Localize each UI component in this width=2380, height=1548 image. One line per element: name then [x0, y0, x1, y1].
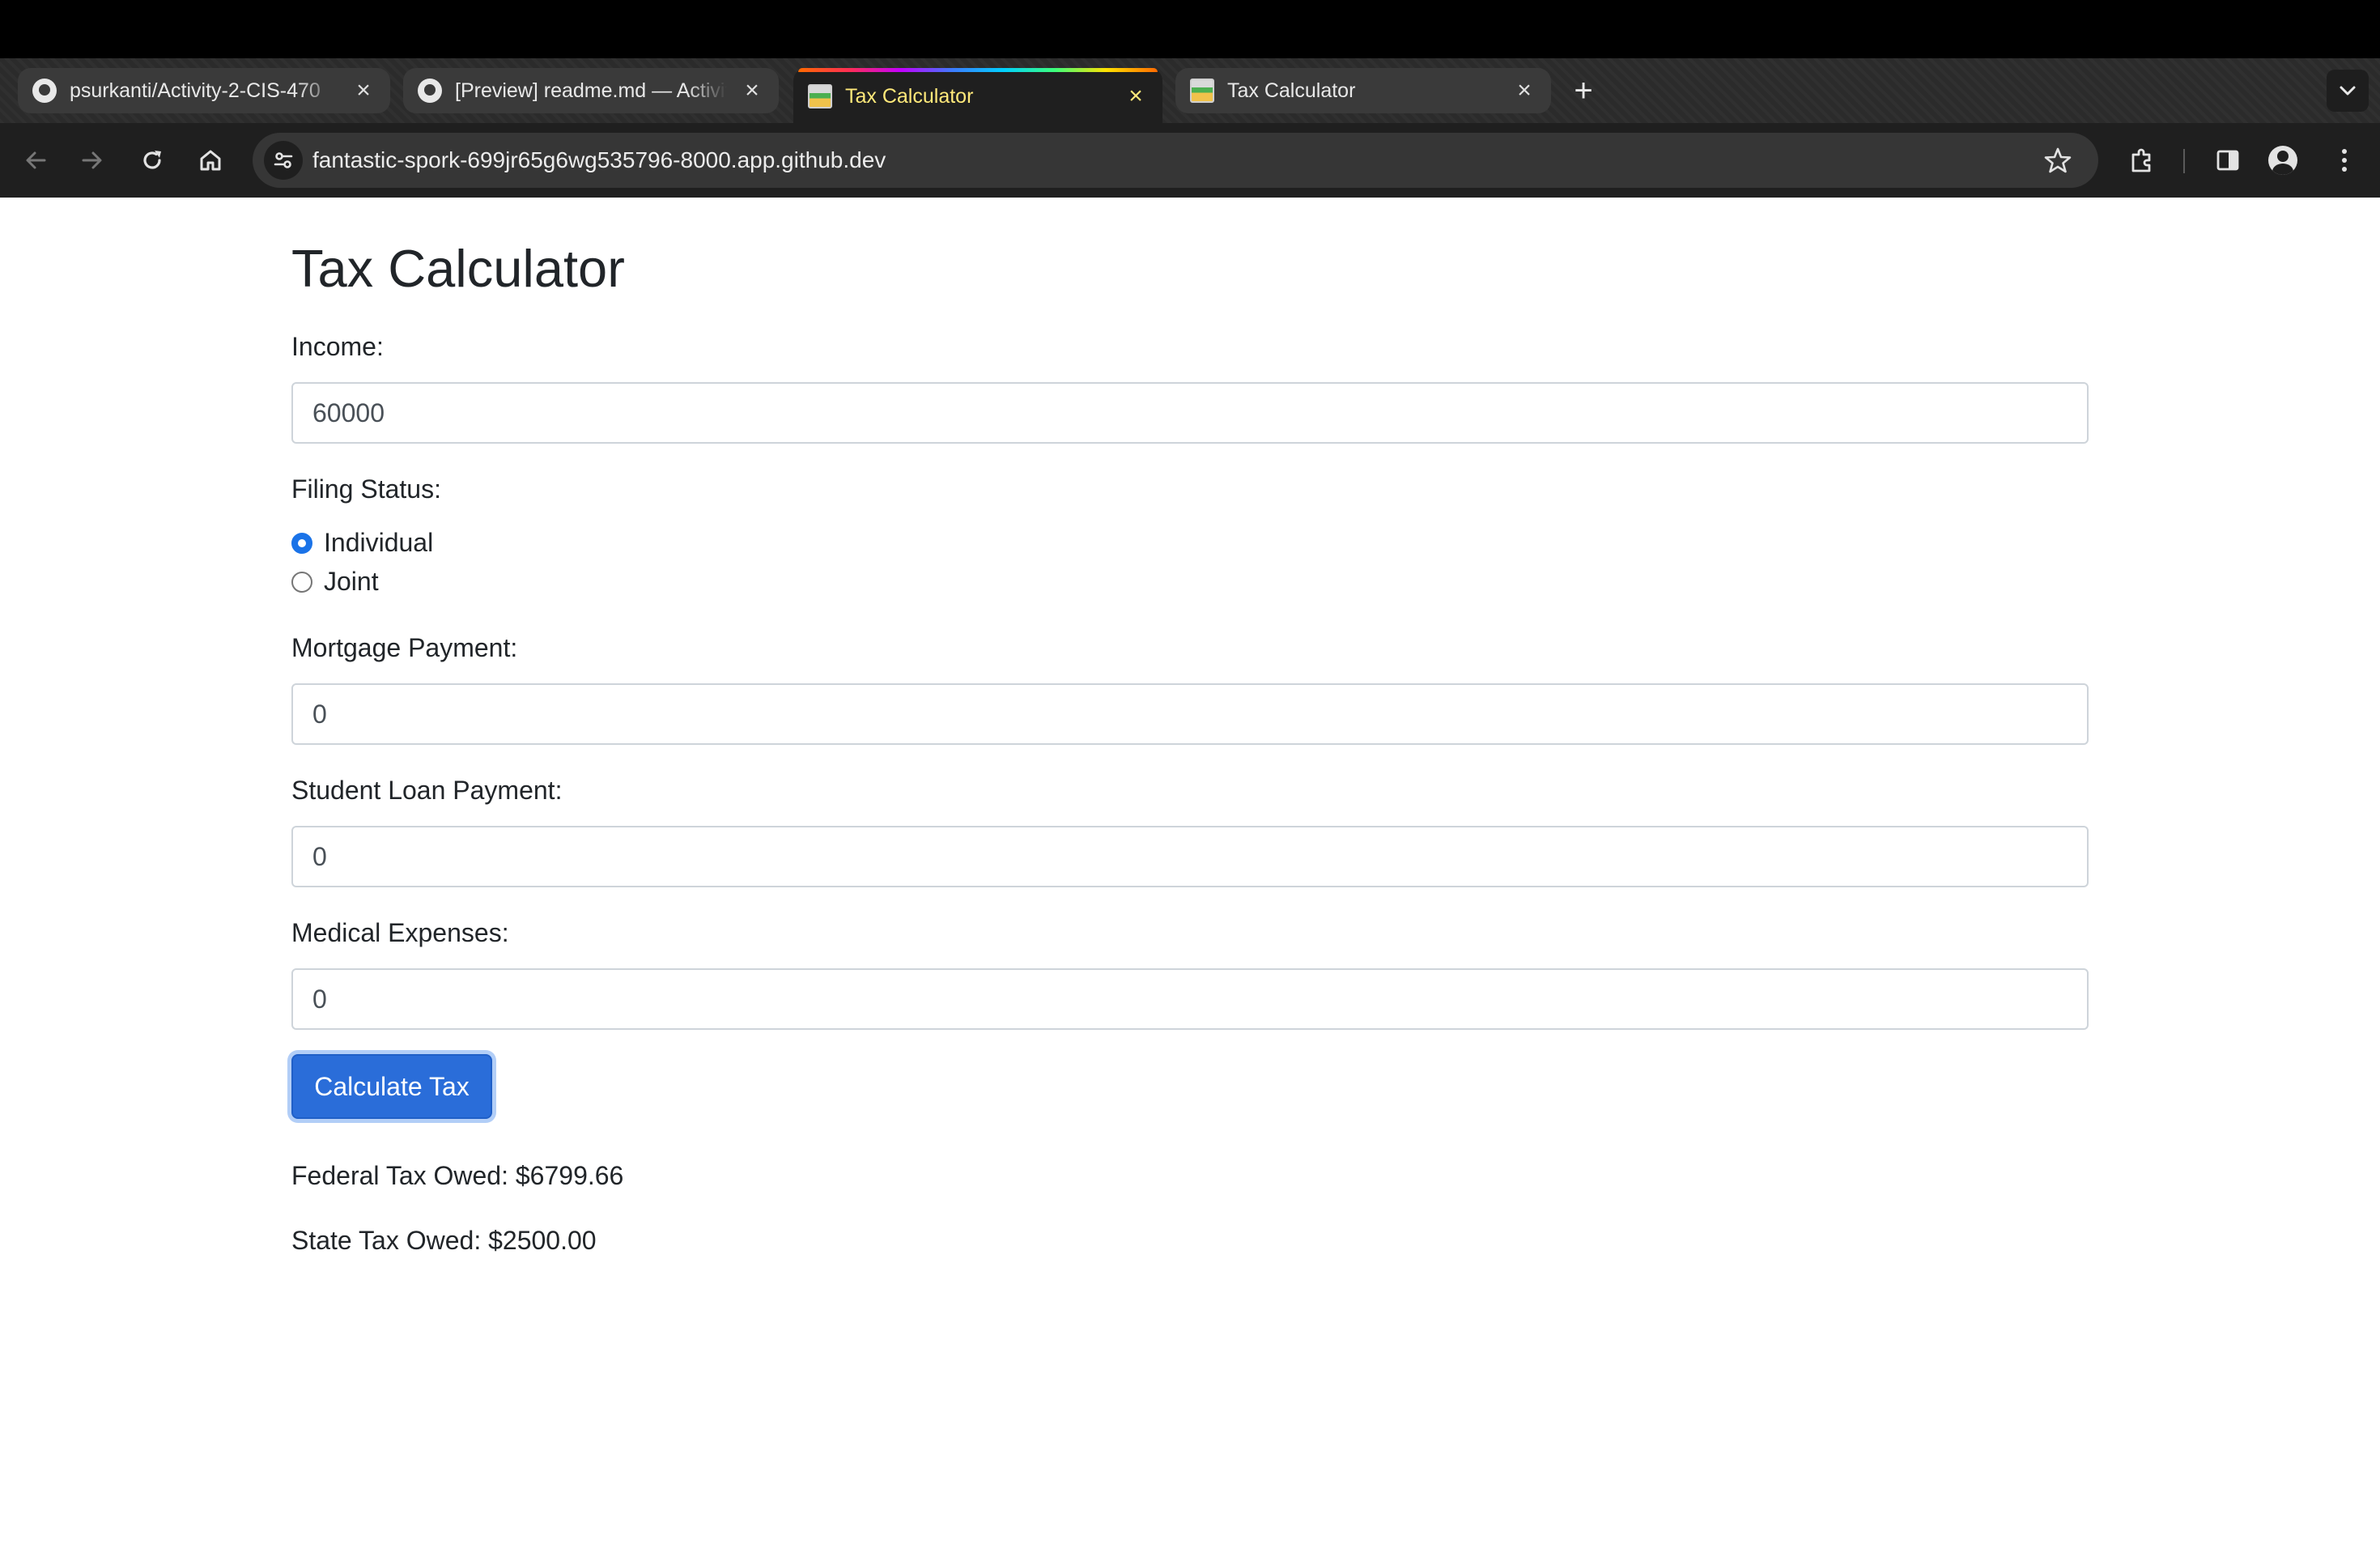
- back-button[interactable]: [18, 142, 53, 178]
- github-icon: [32, 79, 57, 103]
- chevron-down-icon: [2340, 86, 2356, 96]
- calculate-tax-button[interactable]: Calculate Tax: [291, 1054, 492, 1119]
- browser-menu-button[interactable]: [2327, 142, 2362, 178]
- income-input[interactable]: [291, 382, 2089, 444]
- profile-icon[interactable]: [2268, 146, 2297, 175]
- tab-title: [Preview] readme.md — Activity-2-CIS-470: [455, 79, 727, 102]
- page-title: Tax Calculator: [291, 239, 625, 298]
- back-icon: [26, 151, 46, 169]
- side-panel-icon: [2216, 150, 2239, 171]
- home-button[interactable]: [193, 142, 228, 178]
- tab-tax-calculator-active[interactable]: Tax Calculator ×: [793, 68, 1162, 125]
- radio-label: Individual: [324, 528, 434, 557]
- window-top-strip: [0, 0, 2380, 58]
- filing-status-option-individual[interactable]: Individual: [291, 528, 433, 558]
- browser-toolbar: fantastic-spork-699jr65g6wg535796-8000.a…: [0, 123, 2380, 198]
- reload-icon: [143, 151, 161, 169]
- address-bar[interactable]: fantastic-spork-699jr65g6wg535796-8000.a…: [253, 133, 2098, 188]
- bookmark-button[interactable]: [2040, 142, 2076, 178]
- mortgage-label: Mortgage Payment:: [291, 633, 518, 662]
- close-tab-icon[interactable]: ×: [1512, 77, 1536, 104]
- federal-tax-result: Federal Tax Owed: $6799.66: [291, 1161, 624, 1190]
- mortgage-input[interactable]: [291, 683, 2089, 745]
- radio-joint[interactable]: [291, 571, 312, 593]
- toolbar-divider: [2183, 149, 2185, 173]
- site-info-icon: [274, 152, 293, 168]
- tab-group-indicator: [798, 68, 1158, 72]
- state-tax-result: State Tax Owed: $2500.00: [291, 1226, 597, 1255]
- tab-title: Tax Calculator: [845, 84, 974, 108]
- student-loan-label: Student Loan Payment:: [291, 776, 563, 805]
- close-tab-icon[interactable]: ×: [1124, 83, 1148, 109]
- medical-expenses-label: Medical Expenses:: [291, 918, 509, 947]
- filing-status-label: Filing Status:: [291, 474, 441, 504]
- tab-readme-preview[interactable]: [Preview] readme.md — Activity-2-CIS-470…: [403, 68, 779, 113]
- tab-title: psurkanti/Activity-2-CIS-470: [70, 79, 321, 102]
- home-icon: [200, 150, 221, 171]
- calculator-favicon-icon: [1190, 79, 1214, 103]
- tab-tax-calculator[interactable]: Tax Calculator ×: [1175, 68, 1551, 113]
- close-tab-icon[interactable]: ×: [740, 77, 764, 104]
- extensions-icon: [2131, 148, 2151, 172]
- bookmark-star-icon: [2044, 147, 2072, 173]
- close-tab-icon[interactable]: ×: [351, 77, 376, 104]
- tab-strip: psurkanti/Activity-2-CIS-470 × [Preview]…: [0, 58, 2380, 162]
- calculator-favicon-icon: [808, 84, 832, 108]
- menu-icon: [2342, 149, 2347, 172]
- extensions-button[interactable]: [2124, 142, 2160, 178]
- radio-individual[interactable]: [291, 532, 312, 554]
- site-info-button[interactable]: [264, 141, 303, 180]
- medical-expenses-input[interactable]: [291, 968, 2089, 1030]
- forward-icon: [82, 151, 102, 169]
- radio-label: Joint: [324, 567, 379, 596]
- filing-status-option-joint[interactable]: Joint: [291, 567, 379, 597]
- income-label: Income:: [291, 332, 384, 361]
- github-icon: [418, 79, 442, 103]
- student-loan-input[interactable]: [291, 826, 2089, 887]
- reload-button[interactable]: [134, 142, 170, 178]
- tab-title: Tax Calculator: [1227, 79, 1356, 102]
- tab-github-repo[interactable]: psurkanti/Activity-2-CIS-470 ×: [18, 68, 390, 113]
- page-content: Tax Calculator Income: Filing Status: In…: [0, 198, 2380, 1548]
- forward-button[interactable]: [74, 142, 110, 178]
- url-text[interactable]: fantastic-spork-699jr65g6wg535796-8000.a…: [312, 147, 886, 173]
- side-panel-button[interactable]: [2210, 142, 2246, 178]
- new-tab-button[interactable]: +: [1566, 73, 1601, 108]
- tab-search-button[interactable]: [2327, 70, 2369, 112]
